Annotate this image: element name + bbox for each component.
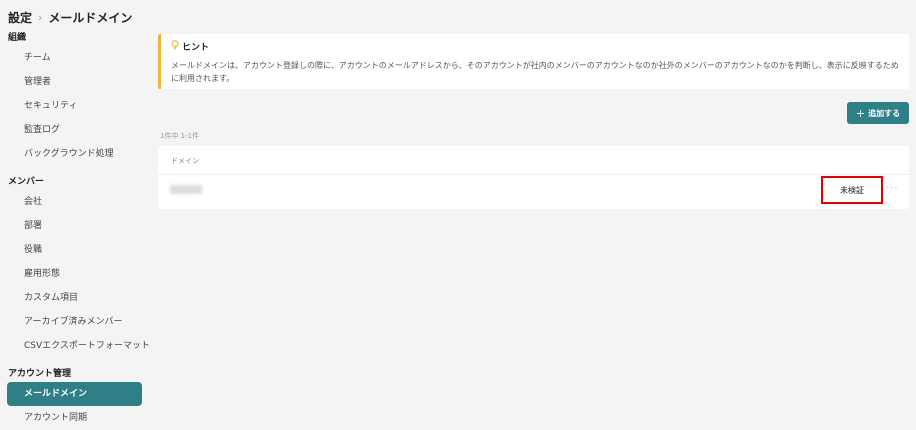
hint-header: ヒント (171, 40, 899, 53)
domain-value-redacted (170, 185, 202, 194)
chevron-right-icon: › (38, 10, 43, 24)
row-divider (158, 174, 909, 175)
result-count: 1件中 1-1件 (160, 132, 200, 140)
add-button-label: 追加する (868, 108, 901, 118)
sidebar-item-admins[interactable]: 管理者 (7, 70, 142, 94)
more-options-icon[interactable]: ··· (886, 183, 899, 194)
sidebar-item-positions[interactable]: 役職 (7, 238, 142, 262)
sidebar-item-departments[interactable]: 部署 (7, 214, 142, 238)
sidebar-item-team[interactable]: チーム (7, 46, 142, 70)
sidebar-item-account-sync[interactable]: アカウント同期 (7, 406, 142, 430)
sidebar-item-csv-export[interactable]: CSVエクスポートフォーマット (7, 334, 150, 358)
sidebar-item-background-jobs[interactable]: バックグラウンド処理 (7, 142, 142, 166)
page-title: メールドメイン (48, 10, 133, 25)
add-button[interactable]: + 追加する (847, 102, 909, 124)
status-label: 未検証 (840, 185, 864, 195)
sidebar-item-employment-types[interactable]: 雇用形態 (7, 262, 142, 286)
hint-text: メールドメインは、アカウント登録しの際に、アカウントのメールアドレスから、そのア… (171, 61, 899, 83)
domain-table: ドメイン 未検証 ··· (158, 146, 909, 209)
sidebar-item-mail-domain[interactable]: メールドメイン (7, 382, 142, 406)
hint-title: ヒント (182, 43, 210, 53)
column-header-domain: ドメイン (171, 157, 199, 165)
sidebar-group-organization: 組織 (8, 33, 27, 43)
sidebar: 組織 チーム 管理者 セキュリティ 監査ログ バックグラウンド処理 メンバー 会… (0, 30, 150, 430)
lightbulb-icon (171, 40, 179, 53)
hint-box: ヒント メールドメインは、アカウント登録しの際に、アカウントのメールアドレスから… (158, 34, 909, 89)
sidebar-item-custom-fields[interactable]: カスタム項目 (7, 286, 142, 310)
sidebar-item-security[interactable]: セキュリティ (7, 94, 142, 118)
breadcrumb-root[interactable]: 設定 (8, 9, 32, 26)
sidebar-group-account-management: アカウント管理 (8, 369, 72, 379)
sidebar-item-company[interactable]: 会社 (7, 190, 142, 214)
status-badge: 未検証 (821, 176, 883, 204)
plus-icon: + (855, 106, 866, 120)
sidebar-item-audit-log[interactable]: 監査ログ (7, 118, 142, 142)
breadcrumb: 設定 › メールドメイン (8, 8, 132, 26)
sidebar-group-members: メンバー (8, 177, 45, 187)
sidebar-item-archived-members[interactable]: アーカイブ済みメンバー (7, 310, 142, 334)
